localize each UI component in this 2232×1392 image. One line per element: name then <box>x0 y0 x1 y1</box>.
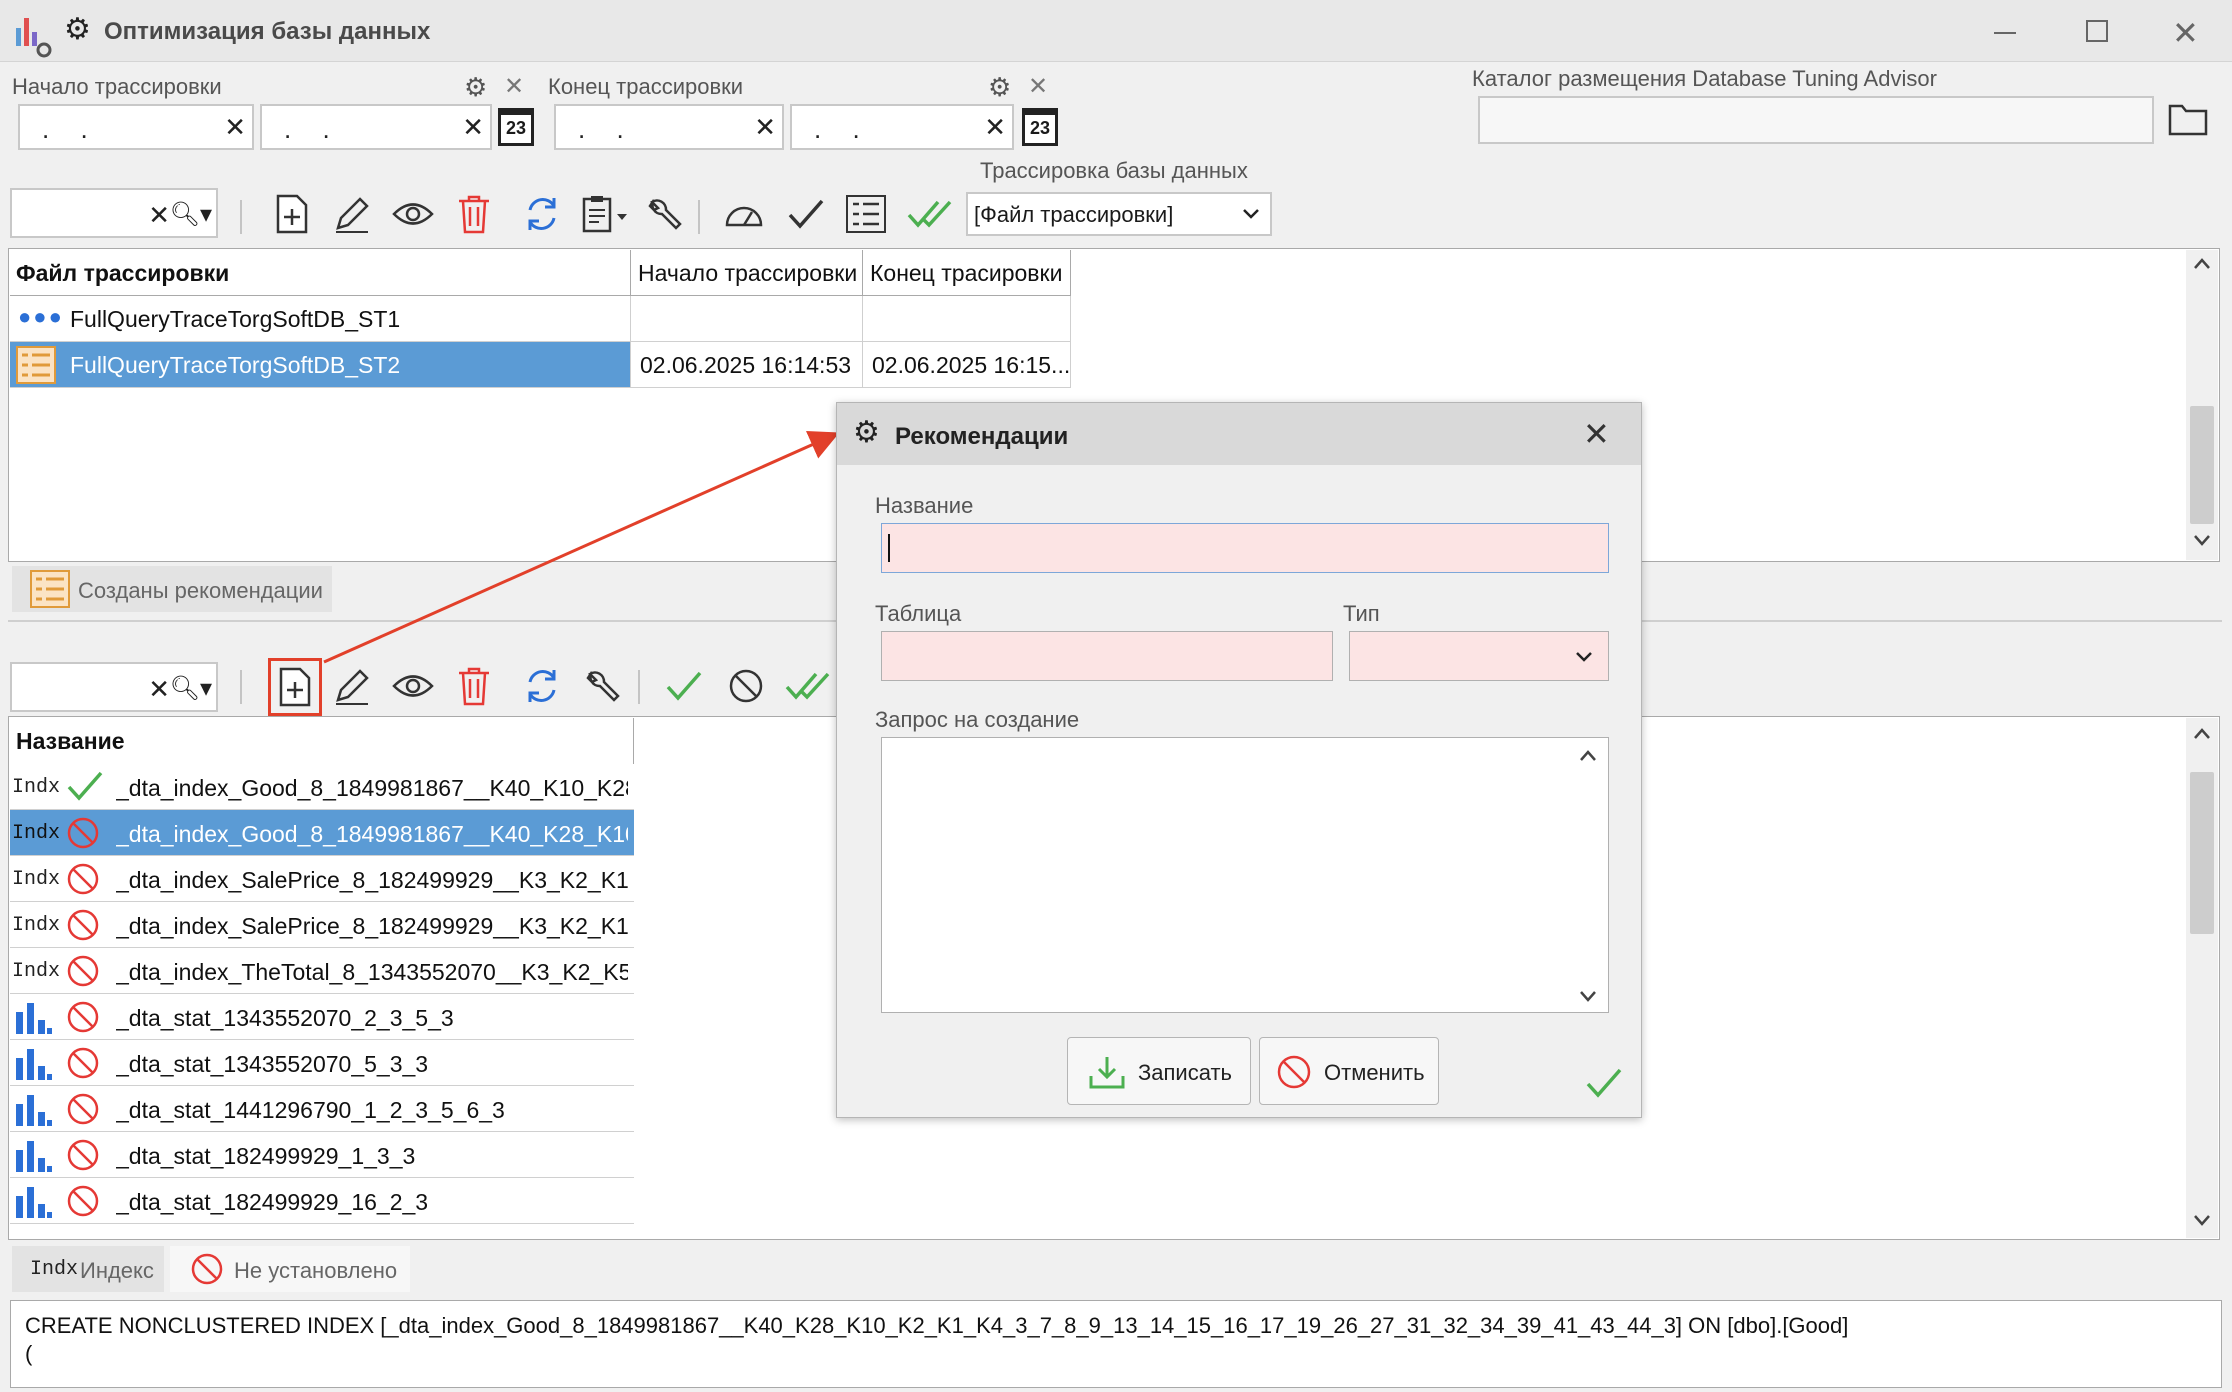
type-label: Тип <box>1343 601 1380 626</box>
recommendations-dialog: ⚙ Рекомендации ✕ Название Таблица Тип За… <box>836 402 1642 1118</box>
type-select[interactable] <box>1349 631 1609 681</box>
ok-check-icon <box>1585 1067 1623 1104</box>
dialog-title-bar: ⚙ Рекомендации ✕ <box>837 403 1641 465</box>
download-icon <box>1088 1054 1126 1096</box>
gear-icon: ⚙ <box>853 416 880 449</box>
dialog-close-button[interactable]: ✕ <box>1583 415 1610 453</box>
table-label: Таблица <box>875 601 962 626</box>
table-input[interactable] <box>881 631 1333 681</box>
name-input[interactable] <box>881 523 1609 573</box>
query-label: Запрос на создание <box>875 707 1080 732</box>
query-textarea[interactable] <box>881 737 1609 1013</box>
ban-icon <box>1276 1054 1312 1096</box>
chevron-down-icon <box>1574 646 1594 671</box>
save-button[interactable]: Записать <box>1067 1037 1251 1105</box>
cancel-button[interactable]: Отменить <box>1259 1037 1439 1105</box>
name-label: Название <box>875 493 974 518</box>
scroll-down-icon[interactable] <box>1578 988 1598 1009</box>
dialog-title: Рекомендации <box>895 423 1069 450</box>
scroll-up-icon[interactable] <box>1578 748 1598 769</box>
